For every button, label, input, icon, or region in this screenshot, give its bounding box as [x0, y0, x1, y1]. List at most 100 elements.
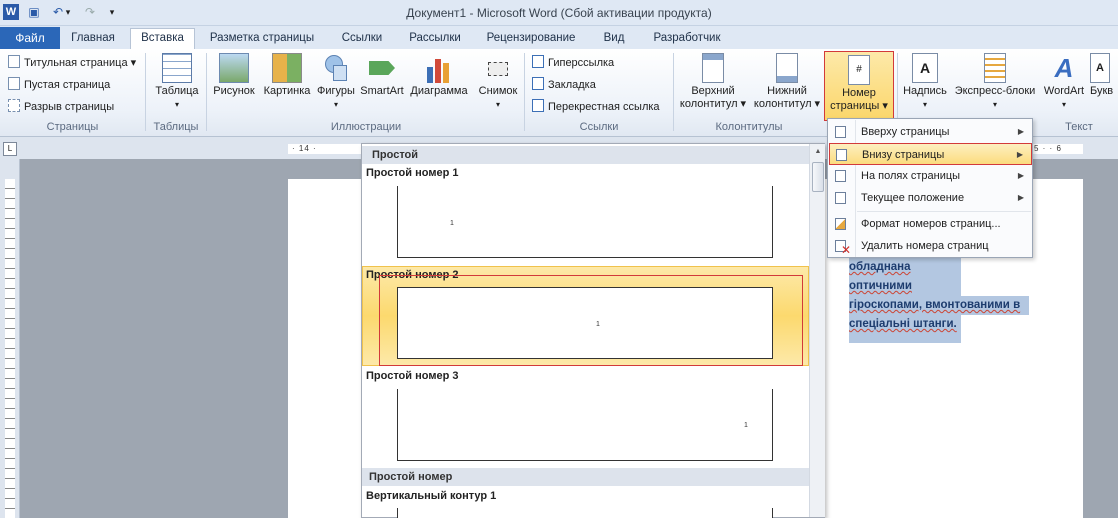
vertical-ruler[interactable] [0, 159, 20, 518]
screenshot-icon [483, 53, 513, 83]
tab-developer[interactable]: Разработчик [642, 29, 732, 49]
screenshot-button[interactable]: Снимок ▾ [474, 53, 522, 111]
delete-x-icon: ✕ [841, 243, 852, 257]
cross-reference-label: Перекрестная ссылка [548, 101, 660, 113]
table-label: Таблица [155, 85, 199, 97]
cover-page-label: Титульная страница [24, 57, 128, 69]
vertical-ruler-scale [5, 179, 15, 518]
wordart-icon: A [1054, 53, 1074, 83]
tab-mailings[interactable]: Рассылки [400, 29, 470, 49]
hyperlink-button[interactable]: Гиперссылка [532, 54, 614, 72]
page-number-icon: # [848, 55, 870, 85]
scroll-up-icon[interactable]: ▲ [812, 146, 824, 158]
cover-page-icon [8, 55, 20, 68]
gallery-section-header: Простой [362, 146, 810, 164]
wordart-button[interactable]: A WordArt ▾ [1040, 53, 1088, 111]
smartart-icon [367, 53, 397, 83]
footer-button[interactable]: Нижний колонтитул ▾ [750, 53, 824, 111]
menu-item-top-of-page[interactable]: Вверху страницы ▶ [829, 121, 1032, 143]
tab-selector-icon[interactable]: L [3, 142, 17, 156]
document-text-line[interactable]: гіроскопами, вмонтованими в [849, 296, 1029, 315]
page-number-label-line2: страницы [830, 100, 880, 112]
shapes-button[interactable]: Фигуры ▾ [314, 53, 358, 111]
cover-page-button[interactable]: Титульная страница ▾ [8, 54, 136, 72]
page-number-sample: 1 [450, 220, 454, 227]
shapes-icon [321, 53, 351, 83]
page-number-button[interactable]: # Номер страницы ▾ [824, 51, 894, 121]
gallery-item-name: Вертикальный контур 1 [366, 490, 497, 502]
menu-divider [857, 211, 1031, 212]
gallery-section-header: Простой номер [362, 468, 810, 486]
bookmark-button[interactable]: Закладка [532, 76, 596, 94]
tab-insert[interactable]: Вставка [130, 28, 195, 49]
menu-item-label: Удалить номера страниц [861, 240, 989, 252]
gallery-item-simple-3[interactable]: 1 [397, 389, 773, 461]
page-number-label-line1: Номер [842, 87, 876, 99]
page-number-gallery[interactable]: Простой Простой номер 1 1 Простой номер … [361, 143, 825, 518]
smartart-button[interactable]: SmartArt [358, 53, 406, 98]
clipart-icon [272, 53, 302, 83]
current-position-icon [835, 192, 846, 204]
menu-item-label: На полях страницы [861, 170, 961, 182]
wordart-label: WordArt [1043, 85, 1085, 97]
footer-label-line1: Нижний [767, 85, 807, 97]
quick-parts-button[interactable]: Экспресс-блоки ▾ [950, 53, 1040, 111]
links-group-label: Ссылки [579, 121, 619, 133]
page-number-menu[interactable]: Вверху страницы ▶ Внизу страницы ▶ На по… [827, 118, 1033, 258]
gallery-item-simple-1[interactable]: 1 [397, 186, 773, 258]
menu-item-format-page-numbers[interactable]: Формат номеров страниц... [829, 213, 1032, 235]
menu-item-remove-page-numbers[interactable]: ✕ Удалить номера страниц [829, 235, 1032, 257]
page-break-button[interactable]: Разрыв страницы [8, 98, 114, 116]
gallery-item-simple-2[interactable]: 1 [397, 287, 773, 359]
scroll-thumb[interactable] [812, 162, 824, 192]
gallery-scrollbar[interactable]: ▲ [809, 144, 825, 517]
table-icon [162, 53, 192, 83]
format-page-numbers-icon [835, 218, 846, 230]
tab-review[interactable]: Рецензирование [476, 29, 586, 49]
clipart-button[interactable]: Картинка [260, 53, 314, 98]
ruler-left-scale: · 14 · [288, 144, 362, 154]
dropcap-icon: A [1090, 53, 1110, 83]
picture-button[interactable]: Рисунок [210, 53, 258, 98]
hyperlink-icon [532, 55, 544, 68]
tab-file[interactable]: Файл [0, 27, 60, 49]
menu-item-bottom-of-page[interactable]: Внизу страницы ▶ [829, 143, 1032, 165]
bookmark-icon [532, 77, 544, 90]
tab-references[interactable]: Ссылки [330, 29, 394, 49]
header-label-line1: Верхний [691, 85, 735, 97]
footer-icon [776, 53, 798, 83]
gallery-item-name: Простой номер 3 [366, 370, 459, 382]
document-text-line[interactable]: спеціальні штанги. [849, 315, 961, 343]
header-button[interactable]: Верхний колонтитул ▾ [678, 53, 748, 111]
gallery-item-vertical-1[interactable] [397, 508, 773, 518]
textbox-button[interactable]: A Надпись ▾ [900, 53, 950, 111]
cross-reference-button[interactable]: Перекрестная ссылка [532, 98, 660, 116]
page-number-sample: 1 [596, 321, 600, 328]
group-separator [145, 53, 146, 131]
menu-item-label: Внизу страницы [862, 149, 945, 161]
top-of-page-icon [835, 126, 846, 138]
blank-page-button[interactable]: Пустая страница [8, 76, 110, 94]
pages-group-label: Страницы [46, 121, 99, 133]
menu-item-current-position[interactable]: Текущее положение ▶ [829, 187, 1032, 209]
header-label-line2: колонтитул [679, 98, 738, 110]
title-bar: W ▣ ↶ ▾ ↷ ▾ Документ1 - Microsoft Word (… [0, 0, 1118, 26]
header-icon [702, 53, 724, 83]
bookmark-label: Закладка [548, 79, 596, 91]
table-button[interactable]: Таблица ▾ [150, 53, 204, 111]
page-number-sample: 1 [744, 422, 748, 429]
illustrations-group-label: Иллюстрации [330, 121, 402, 133]
chart-button[interactable]: Диаграмма [406, 53, 472, 98]
menu-item-label: Вверху страницы [861, 126, 950, 138]
dropcap-button[interactable]: A Букв [1090, 53, 1118, 98]
picture-icon [219, 53, 249, 83]
dropcap-label: Букв [1090, 85, 1114, 97]
submenu-arrow-icon: ▶ [1016, 150, 1023, 159]
ruler-right-scale: 5 · · 6 [1030, 144, 1083, 154]
submenu-arrow-icon: ▶ [1017, 171, 1024, 180]
tab-page-layout[interactable]: Разметка страницы [200, 29, 324, 49]
menu-item-page-margins[interactable]: На полях страницы ▶ [829, 165, 1032, 187]
tab-home[interactable]: Главная [62, 29, 124, 49]
tab-view[interactable]: Вид [590, 29, 638, 49]
quick-parts-label: Экспресс-блоки [954, 85, 1036, 97]
